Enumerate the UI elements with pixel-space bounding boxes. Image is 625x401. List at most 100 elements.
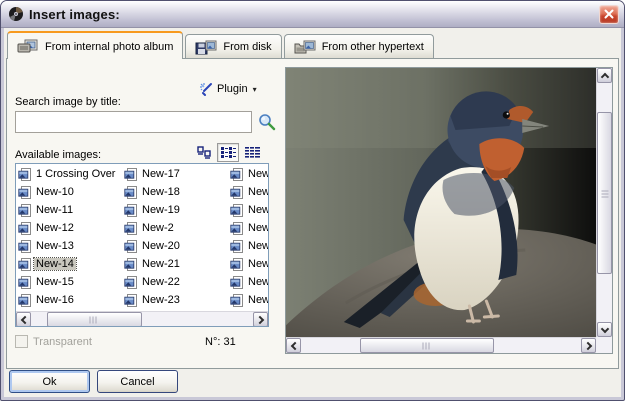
list-item-label: New-21 [140, 258, 182, 270]
list-item[interactable]: New-2 [122, 219, 228, 237]
list-item-label: New [246, 204, 268, 216]
list-item-label: New [246, 222, 268, 234]
list-item-label: New-22 [140, 276, 182, 288]
available-images-label: Available images: [15, 149, 101, 161]
list-item-label: New-15 [34, 276, 76, 288]
transparent-row: Transparent [15, 335, 92, 348]
list-horizontal-scrollbar[interactable] [16, 311, 268, 327]
list-item[interactable]: New-23 [122, 291, 228, 309]
list-item[interactable]: New-11 [16, 201, 122, 219]
scroll-thumb[interactable] [47, 312, 142, 327]
image-file-icon [124, 276, 137, 289]
list-item-label: New-19 [140, 204, 182, 216]
search-icon[interactable] [257, 112, 277, 132]
preview-horizontal-scrollbar[interactable] [286, 337, 596, 353]
list-item[interactable]: New-22 [122, 273, 228, 291]
image-file-icon [18, 204, 31, 217]
list-item[interactable]: New-12 [16, 219, 122, 237]
list-item-label: New-18 [140, 186, 182, 198]
wand-icon [199, 82, 213, 96]
list-item[interactable]: New [228, 273, 268, 291]
titlebar: Insert images: [1, 1, 624, 28]
list-item-label: New-17 [140, 168, 182, 180]
image-file-icon [230, 204, 243, 217]
list-item[interactable]: New [228, 237, 268, 255]
list-item-label: 1 Crossing Over [34, 168, 117, 180]
scroll-track[interactable] [597, 83, 612, 322]
cd-icon [8, 6, 24, 22]
scroll-right-button[interactable] [581, 338, 596, 353]
scroll-right-button[interactable] [253, 312, 268, 327]
tab-from-disk[interactable]: From disk [185, 34, 281, 59]
list-column-1: 1 Crossing Over New-10 New-11 New-12 New-13 N… [16, 164, 122, 311]
list-item[interactable]: New [228, 255, 268, 273]
preview-vertical-scrollbar[interactable] [596, 68, 612, 337]
image-file-icon [18, 276, 31, 289]
chevron-right-icon [255, 315, 263, 323]
image-file-icon [230, 294, 243, 307]
scroll-thumb[interactable] [597, 112, 612, 275]
list-item[interactable]: New [228, 201, 268, 219]
image-file-icon [230, 168, 243, 181]
image-file-icon [18, 222, 31, 235]
list-item[interactable]: New-15 [16, 273, 122, 291]
list-item[interactable]: New-19 [122, 201, 228, 219]
plugin-dropdown-button[interactable]: Plugin ▾ [199, 79, 271, 99]
scroll-track[interactable] [31, 312, 253, 327]
list-item[interactable]: New-14 [16, 255, 122, 273]
list-item[interactable]: New [228, 219, 268, 237]
close-button[interactable] [599, 5, 619, 24]
image-file-icon [124, 186, 137, 199]
list-item[interactable]: New-16 [16, 291, 122, 309]
tab-from-internal-photo-album[interactable]: From internal photo album [7, 31, 183, 59]
plugin-label: Plugin [217, 83, 248, 95]
list-item-label: New-14 [34, 258, 76, 270]
hypertext-photo-icon [294, 40, 316, 55]
chevron-left-icon [20, 315, 28, 323]
chevron-down-icon [600, 324, 608, 332]
tab-label: From disk [223, 41, 271, 53]
image-file-icon [124, 240, 137, 253]
scroll-up-button[interactable] [597, 68, 612, 83]
list-item[interactable]: New-18 [122, 183, 228, 201]
scroll-left-button[interactable] [16, 312, 31, 327]
list-item[interactable]: 1 Crossing Over [16, 165, 122, 183]
list-item-label: New-12 [34, 222, 76, 234]
tab-from-other-hypertext[interactable]: From other hypertext [284, 34, 434, 59]
list-view-button[interactable] [217, 143, 239, 162]
transparent-checkbox[interactable] [15, 335, 28, 348]
list-item[interactable]: New-21 [122, 255, 228, 273]
image-file-icon [18, 168, 31, 181]
page-title: Insert images: [29, 7, 599, 22]
image-file-icon [230, 186, 243, 199]
list-item[interactable]: New [228, 291, 268, 309]
search-label: Search image by title: [15, 96, 121, 108]
list-item[interactable]: New-10 [16, 183, 122, 201]
list-item-label: New-20 [140, 240, 182, 252]
scroll-thumb[interactable] [360, 338, 494, 353]
tab-label: From other hypertext [322, 41, 424, 53]
scroll-track[interactable] [301, 338, 581, 353]
dialog-content: From internal photo album From disk [4, 28, 621, 397]
list-item[interactable]: New [228, 165, 268, 183]
ok-button[interactable]: Ok [9, 370, 90, 393]
list-item[interactable]: New-20 [122, 237, 228, 255]
details-view-button[interactable] [241, 143, 263, 162]
image-file-icon [230, 276, 243, 289]
chevron-up-icon [600, 72, 608, 80]
available-images-list[interactable]: 1 Crossing Over New-10 New-11 New-12 New-13 N… [15, 163, 269, 327]
list-item-label: New-2 [140, 222, 176, 234]
scroll-down-button[interactable] [597, 322, 612, 337]
chevron-right-icon [583, 341, 591, 349]
list-item[interactable]: New [228, 183, 268, 201]
list-item-label: New-10 [34, 186, 76, 198]
scroll-left-button[interactable] [286, 338, 301, 353]
list-item[interactable]: New-17 [122, 165, 228, 183]
cancel-button[interactable]: Cancel [97, 370, 178, 393]
disk-photo-icon [195, 40, 217, 55]
list-item-label: New [246, 168, 268, 180]
scrollbar-corner [596, 337, 612, 353]
sort-by-name-button[interactable] [193, 143, 215, 162]
list-item[interactable]: New-13 [16, 237, 122, 255]
search-input[interactable] [15, 111, 252, 133]
